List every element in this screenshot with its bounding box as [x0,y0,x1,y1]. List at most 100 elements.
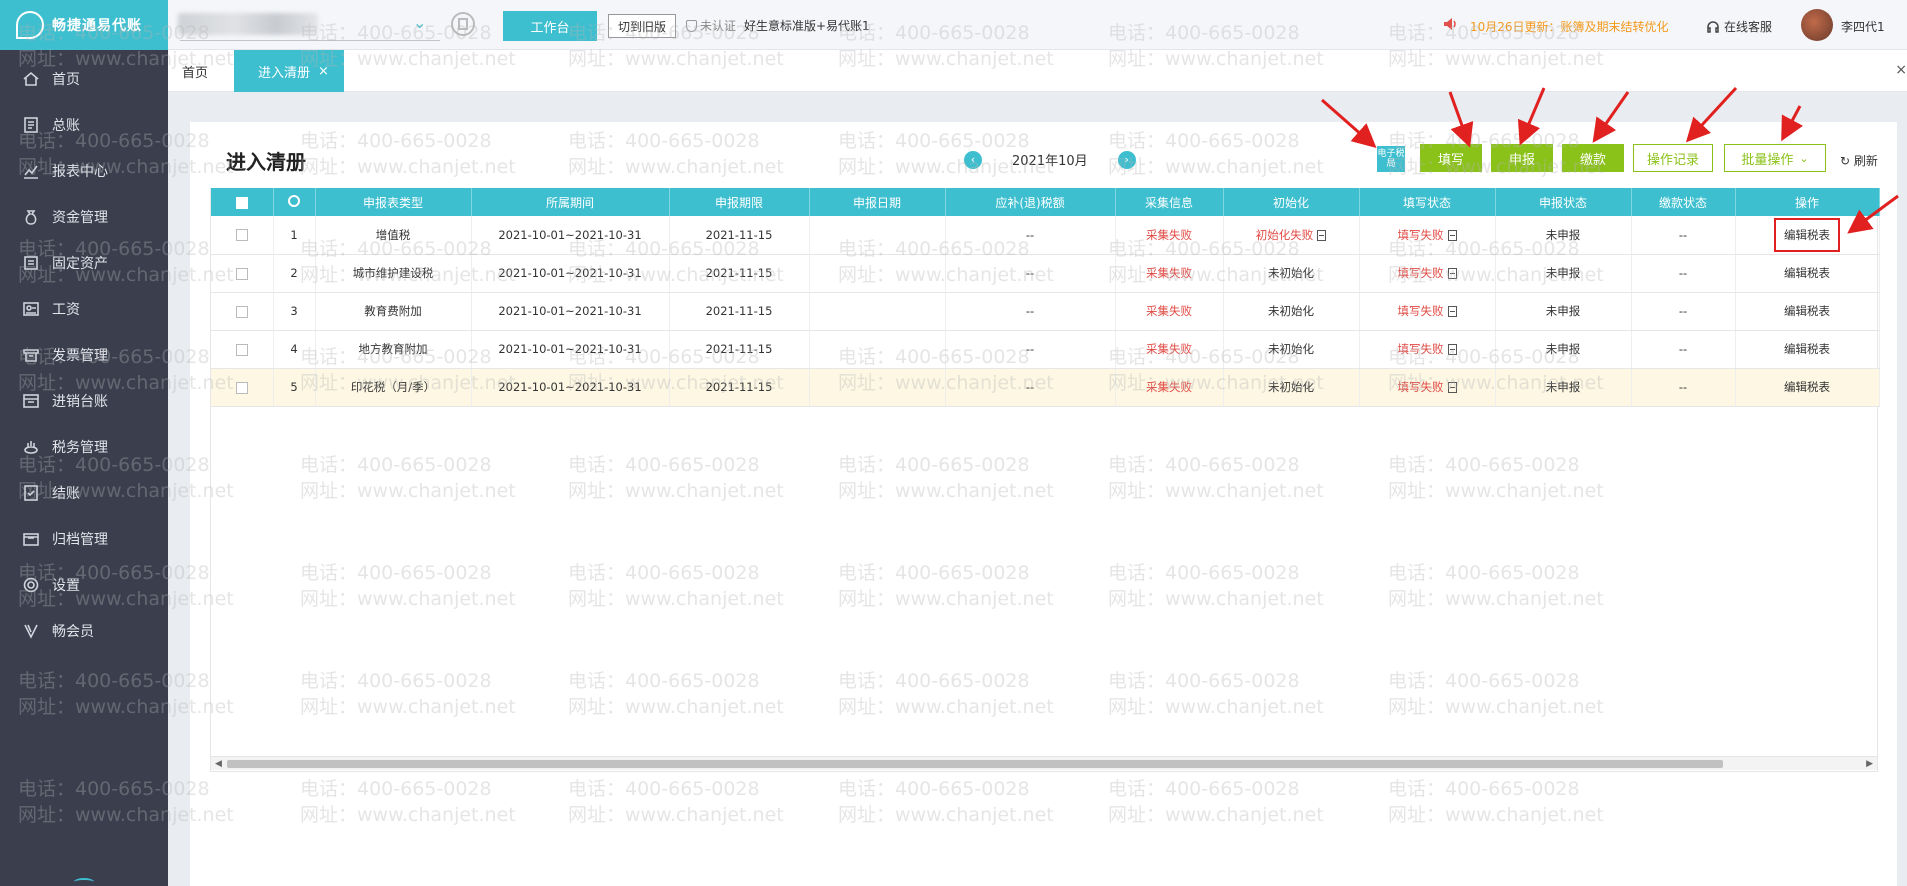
scroll-left-icon[interactable]: ◀ [215,759,222,769]
cell-fill[interactable]: 填写失败 [1359,292,1496,331]
cell-fill[interactable]: 填写失败 [1359,330,1496,369]
sidebar-item-ledger[interactable]: 总账 [0,102,168,148]
sidebar-item-invoices[interactable]: 发票管理 [0,332,168,378]
select-all-checkbox[interactable] [235,196,248,209]
gear-icon[interactable] [288,194,300,207]
table-row[interactable]: 2 城市维护建设税 2021-10-01~2021-10-31 2021-11-15 -… [211,254,1880,293]
scrollbar-thumb[interactable] [227,760,1723,768]
row-checkbox[interactable] [235,305,248,318]
operation-log-button[interactable]: 操作记录 [1633,144,1713,172]
cell-init[interactable]: 未初始化 [1223,292,1360,331]
edit-tax-form-link[interactable]: 编辑税表 [1784,342,1830,356]
row-checkbox[interactable] [235,381,248,394]
workbench-button[interactable]: 工作台 [503,11,597,41]
col-header: 操作 [1735,188,1880,216]
table-row[interactable]: 4 地方教育附加 2021-10-01~2021-10-31 2021-11-15 --… [211,330,1880,369]
table-row[interactable]: 5 印花税（月/季） 2021-10-01~2021-10-31 2021-11-15… [211,368,1880,407]
cell-fill[interactable]: 填写失败 [1359,254,1496,293]
money-bag-icon [22,208,40,226]
horizontal-scrollbar[interactable]: ◀ ▶ [211,756,1877,770]
table-row[interactable]: 3 教育费附加 2021-10-01~2021-10-31 2021-11-15 -- 采… [211,292,1880,331]
cell-fill[interactable]: 填写失败 [1359,216,1496,255]
document-icon[interactable] [1447,306,1457,317]
document-icon[interactable] [1317,229,1327,241]
edit-tax-form-link[interactable]: 编辑税表 [1784,266,1830,280]
cell-text: 采集失败 [1146,380,1192,394]
pay-button[interactable]: 缴款 [1562,144,1624,172]
document-icon[interactable] [1447,268,1457,279]
chevron-down-icon[interactable]: ⌄ [413,13,426,32]
cell-text: 印花税（月/季） [350,380,436,394]
col-header: 采集信息 [1115,188,1224,216]
sidebar-item-settings[interactable]: 设置 [0,562,168,608]
edit-tax-form-link[interactable]: 编辑税表 [1774,217,1840,252]
refresh-button[interactable]: ↻ 刷新 [1840,152,1878,169]
online-service-link[interactable]: 在线客服 [1706,18,1772,35]
cell-op[interactable]: 编辑税表 [1735,216,1880,255]
row-checkbox[interactable] [235,229,248,242]
scroll-right-icon[interactable]: ▶ [1866,759,1873,769]
declare-button[interactable]: 申报 [1491,144,1553,172]
row-checkbox[interactable] [235,343,248,356]
table-row[interactable]: 1 增值税 2021-10-01~2021-10-31 2021-11-15 -- 采集失… [211,216,1880,255]
row-checkbox[interactable] [235,267,248,280]
tab-tax-list[interactable]: 进入清册 × [234,50,344,92]
sidebar-item-reports[interactable]: 报表中心 [0,148,168,194]
verify-status[interactable]: 未认证 [686,17,736,34]
app-logo[interactable]: 畅捷通易代账 [0,0,168,50]
username[interactable]: 李四代1 [1841,18,1885,35]
switch-old-version-button[interactable]: 切到旧版 [608,14,676,38]
sidebar-item-member[interactable]: 畅会员 [0,608,168,654]
avatar[interactable] [1801,9,1833,41]
sidebar-item-assets[interactable]: 固定资产 [0,240,168,286]
tab-home[interactable]: 首页 [182,50,208,92]
sidebar-item-tax[interactable]: 税务管理 [0,424,168,470]
sidebar-item-checkout[interactable]: 结账 [0,470,168,516]
document-icon[interactable] [1447,382,1457,393]
document-icon[interactable] [1447,344,1457,355]
cell-text: -- [1025,380,1035,394]
cell-init[interactable]: 未初始化 [1223,368,1360,407]
document-icon[interactable] [451,12,475,36]
current-month[interactable]: 2021年10月 [1012,150,1088,169]
fill-button[interactable]: 填写 [1420,144,1482,172]
sidebar-item-label: 畅会员 [52,624,94,640]
cell-text: 未申报 [1545,266,1581,280]
close-all-tabs-icon[interactable]: × [1895,62,1907,78]
batch-operation-label: 批量操作 [1741,151,1794,167]
cell-op[interactable]: 编辑税表 [1735,368,1880,407]
cell-text: 1 [290,227,298,242]
sidebar-item-salary[interactable]: 工资 [0,286,168,332]
sidebar-item-label: 税务管理 [52,440,108,456]
cell-init[interactable]: 未初始化 [1223,330,1360,369]
cell-period: 2021-10-01~2021-10-31 [471,330,670,369]
cell-init[interactable]: 初始化失败 [1223,216,1360,255]
cell-init[interactable]: 未初始化 [1223,254,1360,293]
account-selector-blurred[interactable] [178,13,318,35]
cell-text: 2 [290,266,298,280]
month-navigator: ‹ 2021年10月 › [964,150,1136,169]
sidebar-item-inventory[interactable]: 进销台账 [0,378,168,424]
next-month-icon[interactable]: › [1117,150,1136,169]
headset-icon [1707,20,1719,33]
etax-bureau-button[interactable]: 电子税局 [1377,146,1405,172]
cell-op[interactable]: 编辑税表 [1735,254,1880,293]
document-icon[interactable] [1447,229,1457,241]
update-notice[interactable]: 10月26日更新：账簿及期末结转优化 [1470,18,1669,35]
close-icon[interactable]: × [318,64,329,79]
sidebar-item-archive[interactable]: 归档管理 [0,516,168,562]
sidebar-item-home[interactable]: 首页 [0,56,168,102]
cell-fill[interactable]: 填写失败 [1359,368,1496,407]
sidebar-collapse-handle[interactable] [0,870,168,886]
edit-tax-form-link[interactable]: 编辑税表 [1784,380,1830,394]
edit-tax-form-link[interactable]: 编辑税表 [1784,304,1830,318]
gear-icon [22,576,40,594]
row-select-cell [211,254,274,293]
sidebar-item-funds[interactable]: 资金管理 [0,194,168,240]
cell-op[interactable]: 编辑税表 [1735,292,1880,331]
cell-text: 采集失败 [1146,227,1192,242]
cell-op[interactable]: 编辑税表 [1735,330,1880,369]
prev-month-icon[interactable]: ‹ [964,150,982,169]
batch-operation-button[interactable]: 批量操作 ⌄ [1724,144,1826,172]
cell-no: 5 [273,368,316,407]
